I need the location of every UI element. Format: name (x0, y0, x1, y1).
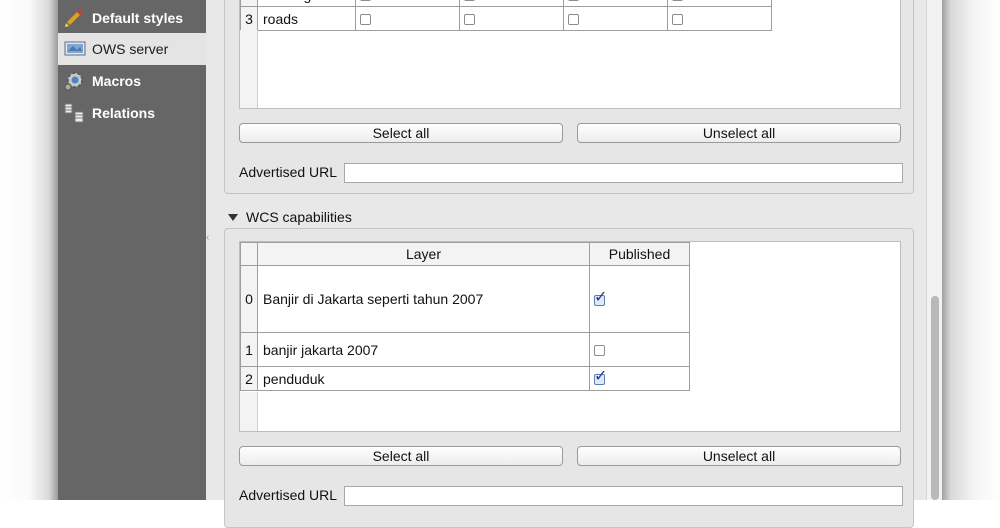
table-row[interactable]: 2 penduduk ✓ (240, 366, 690, 391)
sidebar-item-label: Relations (92, 105, 156, 121)
macro-gear-icon (64, 71, 84, 91)
checkbox-cell (667, 6, 772, 31)
wcs-capabilities-group: Layer Published 0 Banjir di Jakarta sepe… (224, 228, 914, 528)
wfs-geometry-checkbox[interactable] (464, 0, 475, 2)
wcs-published-checkbox[interactable]: ✓ (594, 289, 607, 306)
checkbox-cell (459, 6, 564, 31)
ows-server-icon (64, 39, 86, 59)
wfs-advertised-url-input[interactable] (344, 163, 903, 183)
column-header-published[interactable]: Published (589, 242, 690, 266)
wfs-geometry-checkbox[interactable] (464, 14, 475, 26)
checkmark-icon: ✓ (594, 368, 608, 386)
wcs-advertised-url-input[interactable] (344, 486, 903, 506)
sidebar-splitter[interactable]: ‹ (206, 0, 222, 500)
wcs-capabilities-toggle[interactable]: WCS capabilities (228, 209, 352, 225)
vertical-scrollbar[interactable] (926, 0, 942, 500)
table-row[interactable]: 3 roads (240, 6, 772, 31)
window-shadow-right (942, 0, 1000, 500)
window-shadow-left (0, 0, 58, 500)
scrollbar-thumb[interactable] (931, 296, 939, 500)
row-index: 2 (240, 366, 258, 391)
wcs-advertised-url-label: Advertised URL (239, 487, 338, 503)
sidebar-item-ows-server[interactable]: OWS server (58, 33, 206, 65)
column-header-layer[interactable]: Layer (257, 242, 590, 266)
corner-header (240, 242, 258, 266)
sidebar-item-macros[interactable]: Macros (58, 65, 206, 97)
wfs-insert-checkbox[interactable] (672, 0, 683, 2)
ows-server-content: 2 buildings 3 roads (222, 0, 926, 528)
checkbox-cell (589, 332, 690, 367)
wfs-update-checkbox[interactable] (568, 0, 579, 2)
sidebar-item-label: OWS server (92, 41, 169, 57)
vertical-header-filler (240, 392, 258, 431)
checkbox-cell (563, 6, 668, 31)
relations-icon (64, 103, 84, 123)
wfs-select-all-button[interactable]: Select all (239, 123, 563, 143)
table-header-row: Layer Published (240, 242, 690, 266)
layer-name-cell: roads (257, 6, 356, 31)
sidebar-item-relations[interactable]: Relations (58, 97, 206, 129)
sidebar-item-label: Default styles (92, 10, 184, 26)
wfs-published-checkbox[interactable] (360, 0, 371, 2)
vertical-header-filler (240, 30, 258, 108)
wfs-insert-checkbox[interactable] (672, 14, 683, 26)
layer-name-cell: Banjir di Jakarta seperti tahun 2007 (257, 265, 590, 333)
project-properties-window: Default styles OWS server Macros Relatio… (0, 0, 1000, 528)
row-index: 3 (240, 6, 258, 31)
wcs-unselect-all-button[interactable]: Unselect all (577, 446, 901, 466)
settings-sidebar: Default styles OWS server Macros Relatio… (58, 0, 206, 500)
wfs-layer-table[interactable]: 2 buildings 3 roads (239, 0, 901, 109)
table-row[interactable]: 1 banjir jakarta 2007 (240, 332, 690, 367)
wfs-table-grid: 2 buildings 3 roads (240, 0, 772, 31)
checkmark-icon: ✓ (594, 288, 608, 306)
sidebar-item-label: Macros (92, 73, 142, 89)
wcs-published-checkbox[interactable]: ✓ (594, 369, 607, 386)
paint-brush-icon (64, 8, 84, 28)
checkbox-cell: ✓ (589, 366, 690, 391)
wfs-update-checkbox[interactable] (568, 14, 579, 26)
wfs-advertised-url-label: Advertised URL (239, 164, 338, 180)
splitter-handle-icon: ‹ (206, 232, 210, 243)
collapse-triangle-icon (228, 213, 238, 221)
row-index: 1 (240, 332, 258, 367)
wfs-published-checkbox[interactable] (360, 14, 371, 26)
wcs-layer-table[interactable]: Layer Published 0 Banjir di Jakarta sepe… (239, 241, 901, 432)
wfs-unselect-all-button[interactable]: Unselect all (577, 123, 901, 143)
sidebar-item-default-styles[interactable]: Default styles (58, 2, 206, 34)
checkbox-cell: ✓ (589, 265, 690, 333)
layer-name-cell: banjir jakarta 2007 (257, 332, 590, 367)
row-index: 0 (240, 265, 258, 333)
layer-name-cell: penduduk (257, 366, 590, 391)
wcs-capabilities-title: WCS capabilities (246, 209, 352, 225)
table-row[interactable]: 0 Banjir di Jakarta seperti tahun 2007 ✓ (240, 265, 690, 333)
wcs-published-checkbox[interactable] (594, 345, 605, 357)
wfs-capabilities-group: 2 buildings 3 roads (224, 0, 914, 194)
wcs-table-grid: Layer Published 0 Banjir di Jakarta sepe… (240, 242, 690, 391)
wcs-select-all-button[interactable]: Select all (239, 446, 563, 466)
checkbox-cell (355, 6, 460, 31)
